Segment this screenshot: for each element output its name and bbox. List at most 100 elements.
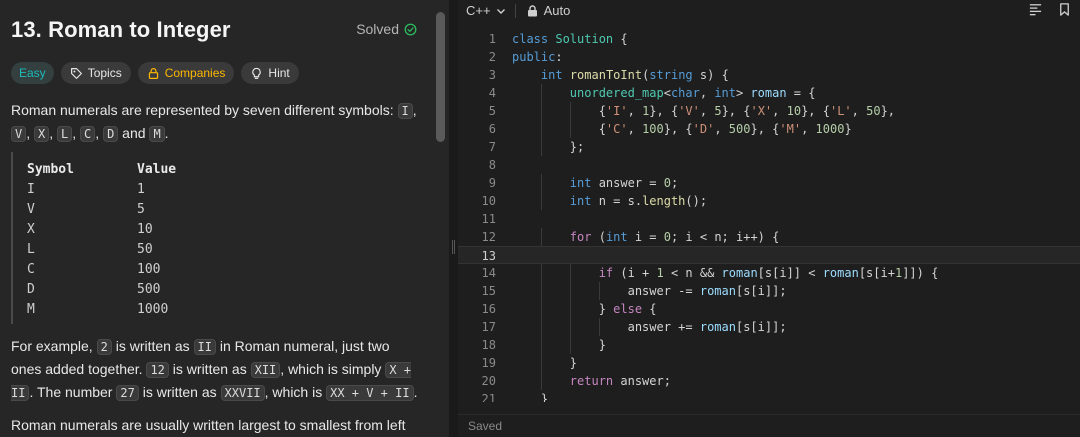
- topics-chip[interactable]: Topics: [60, 62, 131, 84]
- cell-value: 5: [137, 202, 145, 217]
- cell-symbol: D: [27, 282, 35, 297]
- description-panel: 13. Roman to Integer Solved Easy Topics …: [0, 0, 449, 437]
- code-line[interactable]: 5 {'I', 1}, {'V', 5}, {'X', 10}, {'L', 5…: [458, 102, 1080, 120]
- code-line[interactable]: 8: [458, 156, 1080, 174]
- language-select[interactable]: C++: [466, 3, 506, 18]
- code-line[interactable]: 20 return answer;: [458, 372, 1080, 390]
- inline-code: 12: [146, 362, 169, 378]
- code-text[interactable]: }: [512, 354, 577, 372]
- line-number: 16: [481, 302, 496, 316]
- inline-code: V: [11, 126, 27, 142]
- bookmark-icon[interactable]: [1057, 2, 1072, 17]
- code-text[interactable]: };: [512, 138, 584, 156]
- code-line[interactable]: 6 {'C', 100}, {'D', 500}, {'M', 1000}: [458, 120, 1080, 138]
- code-line[interactable]: 10 int n = s.length();: [458, 192, 1080, 210]
- cell-symbol: L: [27, 242, 35, 257]
- chevron-down-icon: [496, 8, 505, 14]
- save-status: Saved: [468, 419, 503, 433]
- code-text[interactable]: unordered_map<char, int> roman = {: [512, 84, 816, 102]
- symbol-value-table: Symbol Value I1 V5 X 10 L 50 C 100 D 500 M 10…: [11, 152, 421, 324]
- line-number: 6: [488, 122, 496, 136]
- intro-paragraph: Roman numerals are represented by seven …: [11, 99, 421, 145]
- intro-text: Roman numerals are represented by seven …: [11, 102, 398, 118]
- code-text[interactable]: answer -= roman[s[i]];: [512, 282, 787, 300]
- topics-label: Topics: [87, 66, 122, 80]
- code-text[interactable]: return answer;: [512, 372, 671, 390]
- format-icon[interactable]: [1028, 2, 1043, 17]
- code-line[interactable]: 7 };: [458, 138, 1080, 156]
- code-line[interactable]: 21 }: [458, 390, 1080, 402]
- code-line[interactable]: 3 int romanToInt(string s) {: [458, 66, 1080, 84]
- code-text[interactable]: class Solution {: [512, 30, 628, 48]
- code-text[interactable]: {'I', 1}, {'V', 5}, {'X', 10}, {'L', 50}…: [512, 102, 895, 120]
- intro-and: and: [118, 125, 150, 141]
- inline-code: X: [34, 126, 50, 142]
- line-number: 12: [481, 230, 496, 244]
- inline-code: XII: [250, 362, 281, 378]
- example-text: is written as: [138, 384, 221, 400]
- code-text[interactable]: int romanToInt(string s) {: [512, 66, 729, 84]
- table-row: X 10: [27, 220, 421, 240]
- code-line[interactable]: 13: [458, 246, 1080, 264]
- check-circle-icon: [404, 23, 417, 35]
- auto-mode[interactable]: Auto: [527, 3, 570, 18]
- header-value: Value: [137, 162, 177, 177]
- companies-chip[interactable]: Companies: [137, 62, 235, 84]
- line-number: 14: [481, 266, 496, 280]
- code-text[interactable]: {'C', 100}, {'D', 500}, {'M', 1000}: [512, 120, 852, 138]
- code-line[interactable]: 9 int answer = 0;: [458, 174, 1080, 192]
- description-scrollbar[interactable]: [436, 12, 445, 142]
- code-line[interactable]: 11: [458, 210, 1080, 228]
- example-text: is written as: [111, 338, 194, 354]
- code-line[interactable]: 16 } else {: [458, 300, 1080, 318]
- code-area[interactable]: 1 class Solution {2 public: 3 int romanToIn…: [458, 30, 1080, 402]
- code-text[interactable]: }: [512, 336, 606, 354]
- code-line[interactable]: 18 }: [458, 336, 1080, 354]
- lock-icon: [527, 4, 537, 16]
- example-text: , which is simply: [280, 361, 386, 377]
- resize-grip-icon: [452, 240, 455, 254]
- code-text[interactable]: for (int i = 0; i < n; i++) {: [512, 228, 780, 246]
- example-text: For example,: [11, 338, 97, 354]
- example-paragraph: For example, 2 is written as II in Roman…: [11, 335, 421, 404]
- lightbulb-icon: [252, 67, 262, 79]
- code-text[interactable]: if (i + 1 < n && roman[s[i]] < roman[s[i…: [512, 264, 939, 282]
- solved-label: Solved: [356, 21, 399, 37]
- code-editor-panel: C++ Auto 1 class Solution {2 public: 3 int …: [458, 0, 1080, 437]
- cell-value: 50: [137, 242, 153, 257]
- cell-symbol: X: [27, 222, 35, 237]
- code-text[interactable]: int n = s.length();: [512, 192, 707, 210]
- code-line[interactable]: 17 answer += roman[s[i]];: [458, 318, 1080, 336]
- toolbar-divider: [514, 3, 516, 18]
- code-line[interactable]: 12 for (int i = 0; i < n; i++) {: [458, 228, 1080, 246]
- hint-label: Hint: [268, 66, 290, 80]
- code-line[interactable]: 19 }: [458, 354, 1080, 372]
- code-text[interactable]: public:: [512, 48, 563, 66]
- code-line[interactable]: 1 class Solution {: [458, 30, 1080, 48]
- line-number: 13: [481, 249, 496, 263]
- inline-code: L: [57, 126, 73, 142]
- code-line[interactable]: 14 if (i + 1 < n && roman[s[i]] < roman[…: [458, 264, 1080, 282]
- code-text[interactable]: answer += roman[s[i]];: [512, 318, 787, 336]
- header-symbol: Symbol: [27, 162, 74, 177]
- solved-status: Solved: [356, 21, 417, 37]
- code-line[interactable]: 4 unordered_map<char, int> roman = {: [458, 84, 1080, 102]
- hint-chip[interactable]: Hint: [241, 62, 299, 84]
- table-row: C 100: [27, 260, 421, 280]
- lock-icon: [148, 67, 158, 79]
- cell-value: 100: [137, 262, 161, 277]
- line-number: 20: [481, 374, 496, 388]
- table-row: L 50: [27, 240, 421, 260]
- title-row: 13. Roman to Integer Solved: [11, 17, 421, 47]
- code-text[interactable]: int answer = 0;: [512, 174, 678, 192]
- line-number: 5: [488, 104, 496, 118]
- cell-value: 1: [137, 182, 145, 197]
- code-line[interactable]: 2 public:: [458, 48, 1080, 66]
- table-row: I1: [27, 180, 421, 200]
- code-line[interactable]: 15 answer -= roman[s[i]];: [458, 282, 1080, 300]
- line-number: 21: [481, 392, 496, 402]
- inline-code: XX + V + II: [326, 385, 414, 401]
- panel-resize-handle[interactable]: [449, 0, 458, 437]
- code-text[interactable]: } else {: [512, 300, 657, 318]
- code-text[interactable]: }: [512, 390, 548, 402]
